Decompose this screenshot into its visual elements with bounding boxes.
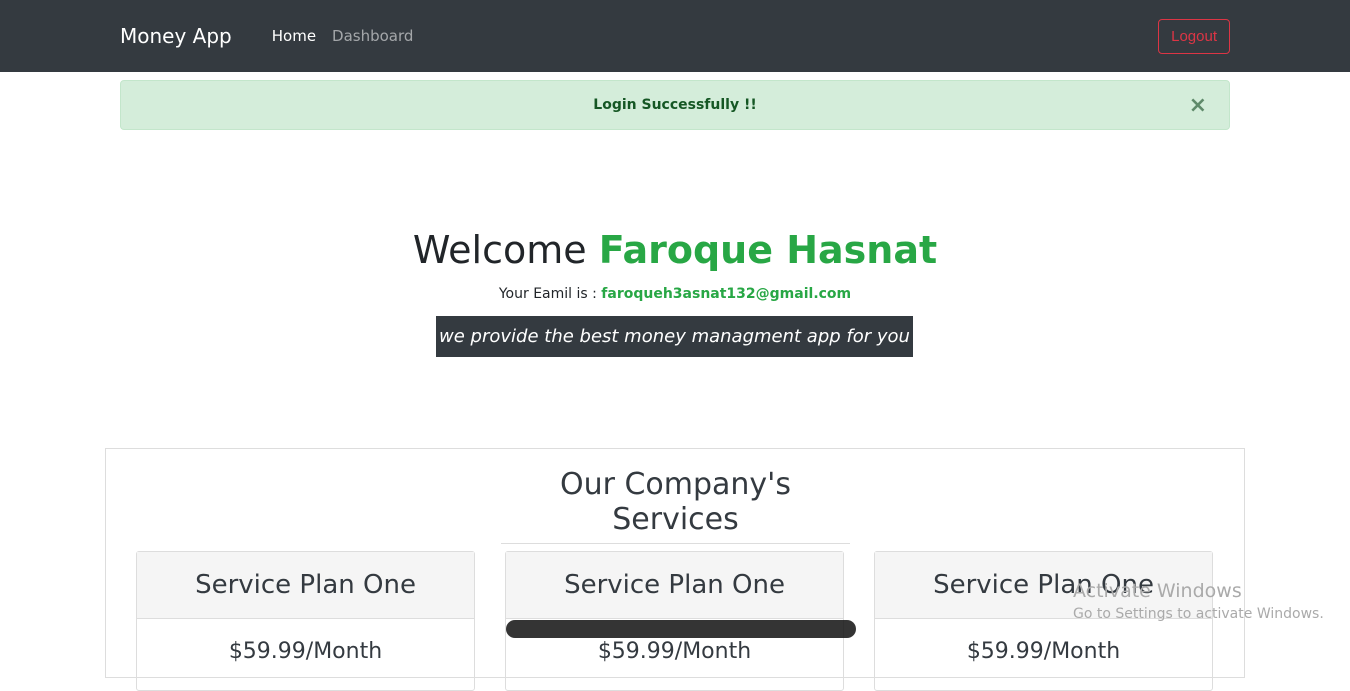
plan-card: Service Plan One $59.99/Month xyxy=(136,551,475,691)
tagline: we provide the best money managment app … xyxy=(436,316,913,357)
plan-card: Service Plan One $59.99/Month xyxy=(505,551,856,691)
welcome-heading: Welcome Faroque Hasnat xyxy=(0,228,1350,272)
alert-message: Login Successfully !! xyxy=(593,97,757,113)
activation-watermark-title: Activate Windows xyxy=(1073,580,1242,602)
nav-home[interactable]: Home xyxy=(272,27,316,45)
success-alert: Login Successfully !! × xyxy=(120,80,1230,130)
services-title: Our Company's Services xyxy=(501,467,850,544)
email-label: Your Eamil is : xyxy=(498,286,597,302)
navbar: Money App Home Dashboard Logout xyxy=(0,0,1350,72)
email-value: faroqueh3asnat132@gmail.com xyxy=(601,286,852,302)
email-line: Your Eamil is : faroqueh3asnat132@gmail.… xyxy=(0,286,1350,302)
plan-name: Service Plan One xyxy=(137,552,474,619)
user-name: Faroque Hasnat xyxy=(598,228,938,272)
plan-price: $59.99/Month xyxy=(228,639,383,664)
logout-button[interactable]: Logout xyxy=(1158,18,1230,54)
welcome-text: Welcome xyxy=(412,228,587,272)
nav-dashboard[interactable]: Dashboard xyxy=(332,27,413,45)
brand[interactable]: Money App xyxy=(120,24,232,48)
plan-price: $59.99/Month xyxy=(597,639,752,664)
services-section: Our Company's Services Service Plan One $… xyxy=(105,448,1245,691)
plan-price: $59.99/Month xyxy=(966,639,1121,664)
plan-name: Service Plan One xyxy=(506,552,843,619)
plan-card: Service Plan One $59.99/Month xyxy=(874,551,1213,691)
close-icon[interactable]: × xyxy=(1189,93,1207,118)
